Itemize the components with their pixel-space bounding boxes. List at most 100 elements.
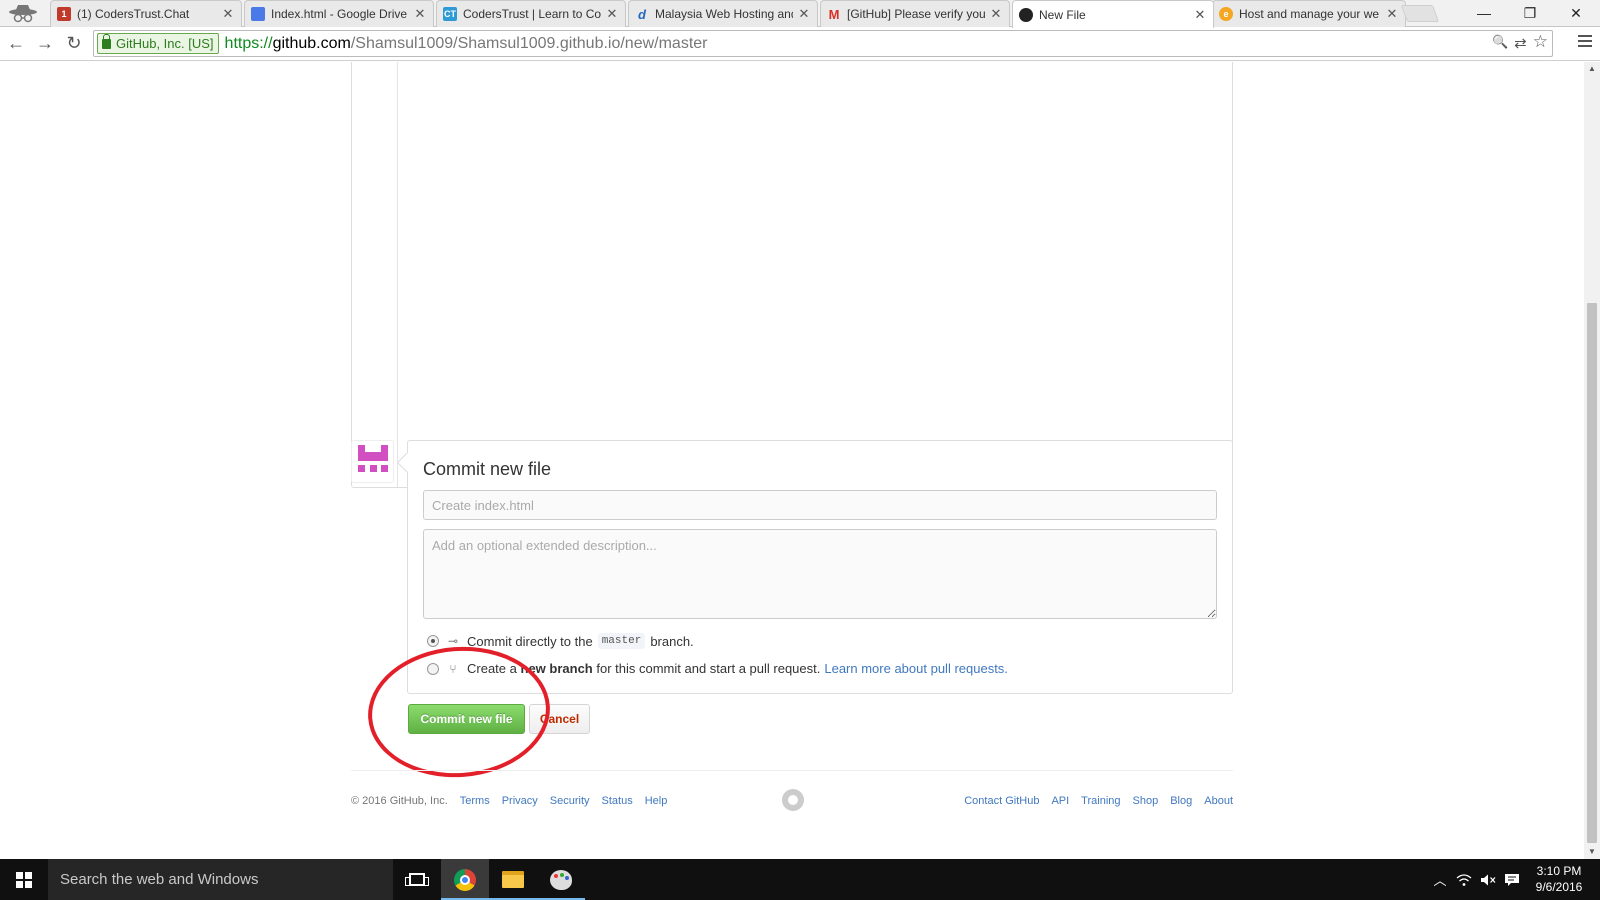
browser-tab[interactable]: M [GitHub] Please verify your ✕	[820, 0, 1010, 27]
branch-name: master	[597, 633, 646, 649]
tab-close-icon[interactable]: ✕	[1193, 7, 1207, 23]
url-scheme: https://	[224, 34, 273, 52]
google-docs-icon	[251, 7, 265, 21]
scroll-up-arrow-icon[interactable]: ▲	[1584, 62, 1600, 76]
footer-link-terms[interactable]: Terms	[460, 795, 490, 807]
github-icon	[1019, 7, 1033, 22]
file-explorer-icon	[502, 871, 524, 888]
zoom-icon[interactable]: 🔍	[1492, 34, 1508, 52]
footer-right: Contact GitHub API Training Shop Blog Ab…	[964, 795, 1233, 807]
clock-time: 3:10 PM	[1536, 864, 1582, 878]
start-button[interactable]	[0, 859, 48, 900]
tab-title: Host and manage your we	[1239, 7, 1380, 21]
back-button[interactable]: ←	[4, 31, 28, 55]
footer-link-security[interactable]: Security	[550, 795, 590, 807]
task-view-button[interactable]	[393, 859, 441, 900]
commit-new-file-button[interactable]: Commit new file	[408, 704, 525, 734]
browser-tab[interactable]: d Malaysia Web Hosting and ✕	[628, 0, 818, 27]
translate-icon[interactable]: ⇄	[1514, 34, 1527, 52]
url-text[interactable]: https://github.com/Shamsul1009/Shamsul10…	[225, 35, 708, 53]
page-scrollbar[interactable]: ▲ ▼	[1584, 62, 1600, 859]
cancel-button[interactable]: Cancel	[529, 704, 590, 734]
ev-certificate-badge[interactable]: GitHub, Inc. [US]	[97, 33, 219, 54]
browser-tab[interactable]: 1 (1) CodersTrust.Chat ✕	[50, 0, 242, 27]
commit-direct-radio[interactable]	[427, 635, 439, 647]
bookmark-star-icon[interactable]: ☆	[1533, 32, 1548, 52]
file-editor[interactable]	[351, 62, 1233, 488]
commit-direct-option[interactable]: ⊸ Commit directly to the master branch.	[427, 633, 694, 649]
site-footer: © 2016 GitHub, Inc. Terms Privacy Securi…	[351, 789, 1233, 811]
address-bar[interactable]: GitHub, Inc. [US] https://github.com/Sha…	[93, 30, 1553, 57]
wifi-icon[interactable]	[1452, 859, 1476, 900]
avatar[interactable]	[351, 440, 394, 483]
chrome-icon	[454, 868, 476, 891]
editor-gutter	[352, 62, 398, 487]
chrome-menu-icon[interactable]	[1578, 35, 1592, 51]
tab-title: (1) CodersTrust.Chat	[77, 7, 190, 21]
tab-title: CodersTrust | Learn to Cod	[463, 7, 601, 21]
commit-form: Commit new file ⊸ Commit directly to the…	[407, 440, 1233, 694]
git-pull-request-icon: ⑂	[449, 661, 457, 676]
forward-button[interactable]: →	[33, 31, 57, 55]
restore-button[interactable]: ❐	[1508, 0, 1552, 26]
commit-summary-input[interactable]	[423, 490, 1217, 520]
browser-tab[interactable]: CT CodersTrust | Learn to Cod ✕	[436, 0, 626, 27]
url-host: github.com	[272, 34, 351, 52]
new-branch-option[interactable]: ⑂ Create a new branch for this commit an…	[427, 661, 1008, 676]
footer-link-shop[interactable]: Shop	[1133, 795, 1159, 807]
scrollbar-thumb[interactable]	[1587, 303, 1597, 843]
browser-tab-strip: 1 (1) CodersTrust.Chat ✕ Index.html - Go…	[0, 0, 1600, 28]
new-branch-radio[interactable]	[427, 662, 439, 675]
action-center-icon[interactable]	[1500, 859, 1524, 900]
tab-title: New File	[1039, 7, 1086, 22]
taskbar-chrome[interactable]	[441, 859, 489, 900]
minimize-button[interactable]: —	[1462, 0, 1506, 26]
footer-copyright: © 2016 GitHub, Inc.	[351, 795, 448, 807]
footer-link-about[interactable]: About	[1204, 795, 1233, 807]
new-branch-suffix: for this commit and start a pull request…	[596, 661, 821, 676]
orange-circle-icon: e	[1219, 7, 1233, 21]
footer-link-privacy[interactable]: Privacy	[502, 795, 538, 807]
tab-close-icon[interactable]: ✕	[413, 6, 427, 22]
muted-speaker-icon[interactable]	[1476, 859, 1500, 900]
footer-link-help[interactable]: Help	[645, 795, 668, 807]
browser-tab[interactable]: e Host and manage your we ✕	[1212, 0, 1406, 27]
windows-taskbar: Search the web and Windows ︿ 3:10 PM 9/6…	[0, 859, 1600, 900]
tab-close-icon[interactable]: ✕	[797, 6, 811, 22]
coderstrust-icon: CT	[443, 7, 457, 21]
url-path: /Shamsul1009/Shamsul1009.github.io/new/m…	[350, 34, 708, 52]
taskbar-file-explorer[interactable]	[489, 859, 537, 900]
new-tab-button[interactable]	[1400, 5, 1440, 22]
github-page: Commit new file ⊸ Commit directly to the…	[0, 62, 1584, 859]
tab-title: Malaysia Web Hosting and	[655, 7, 793, 21]
close-window-button[interactable]: ✕	[1554, 0, 1598, 26]
footer-left: © 2016 GitHub, Inc. Terms Privacy Securi…	[351, 795, 667, 807]
scroll-down-arrow-icon[interactable]: ▼	[1584, 845, 1600, 859]
browser-tab[interactable]: Index.html - Google Drive ✕	[244, 0, 434, 27]
footer-link-api[interactable]: API	[1051, 795, 1069, 807]
taskbar-paint[interactable]	[537, 859, 585, 900]
tab-close-icon[interactable]: ✕	[221, 6, 235, 22]
reload-button[interactable]: ↻	[62, 31, 86, 55]
tab-close-icon[interactable]: ✕	[989, 6, 1003, 22]
browser-tab-active[interactable]: New File ✕	[1012, 0, 1214, 28]
lock-icon	[102, 33, 111, 49]
git-commit-icon: ⊸	[447, 634, 459, 648]
gmail-icon: M	[828, 6, 840, 22]
footer-link-blog[interactable]: Blog	[1170, 795, 1192, 807]
windows-logo-icon	[16, 871, 32, 888]
footer-link-status[interactable]: Status	[602, 795, 633, 807]
footer-link-training[interactable]: Training	[1081, 795, 1120, 807]
pull-requests-help-link[interactable]: Learn more about pull requests.	[824, 661, 1008, 676]
commit-description-input[interactable]	[423, 529, 1217, 619]
tab-close-icon[interactable]: ✕	[1385, 6, 1399, 22]
browser-toolbar: ← → ↻ GitHub, Inc. [US] https://github.c…	[0, 27, 1600, 61]
tab-close-icon[interactable]: ✕	[605, 6, 619, 22]
incognito-icon	[9, 5, 37, 23]
taskbar-clock[interactable]: 3:10 PM 9/6/2016	[1524, 863, 1594, 895]
github-octocat-icon[interactable]	[782, 789, 804, 811]
show-hidden-icons-chevron-icon[interactable]: ︿	[1428, 859, 1452, 900]
clock-date: 9/6/2016	[1535, 880, 1583, 894]
footer-link-contact[interactable]: Contact GitHub	[964, 795, 1039, 807]
taskbar-search-box[interactable]: Search the web and Windows	[48, 859, 393, 900]
